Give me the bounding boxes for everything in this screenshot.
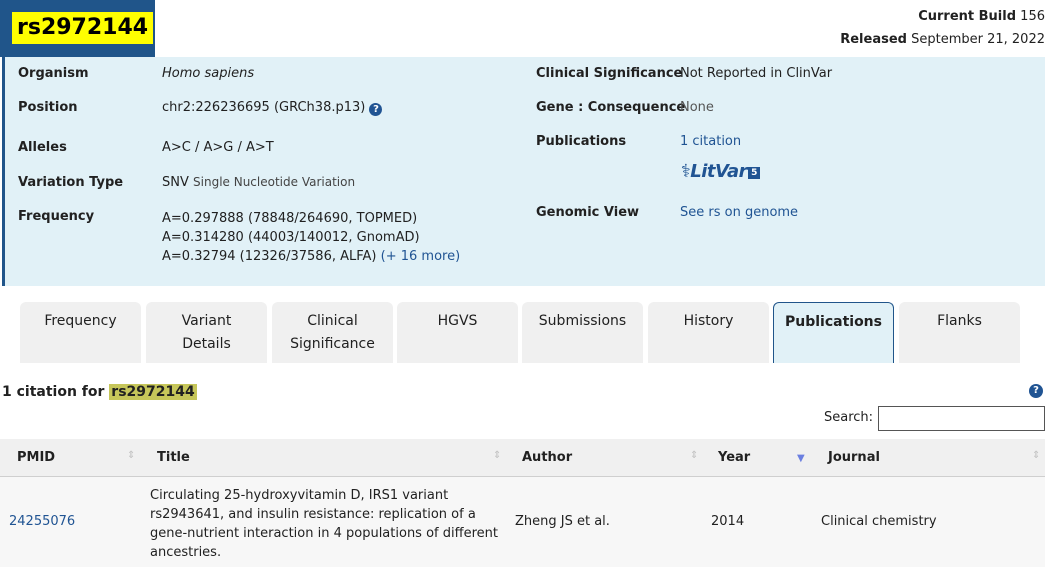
position-label: Position xyxy=(18,100,78,115)
organism-label: Organism xyxy=(18,66,89,81)
search-label: Search: xyxy=(824,410,874,425)
frequency-line: A=0.297888 (78848/264690, TOPMED) xyxy=(162,211,418,226)
sort-desc-icon[interactable]: ▼ xyxy=(797,453,805,464)
litvar-count: 5 xyxy=(748,167,760,179)
frequency-label: Frequency xyxy=(18,209,95,224)
rsid-title: rs2972144 xyxy=(12,12,154,44)
clinical-significance-value: Not Reported in ClinVar xyxy=(680,66,833,81)
tab-flanks[interactable]: Flanks xyxy=(899,302,1020,363)
alleles-value: A>C / A>G / A>T xyxy=(162,140,274,155)
tab-history[interactable]: History xyxy=(648,302,769,363)
search-input[interactable] xyxy=(878,406,1045,431)
sort-icon[interactable]: ⇕ xyxy=(1032,450,1040,461)
position-row: chr2:226236695 (GRCh38.p13) ? xyxy=(162,100,383,116)
build-info: Current Build 156 Released September 21,… xyxy=(840,5,1045,51)
variant-summary-panel: Organism Homo sapiens Position chr2:2262… xyxy=(2,57,1045,286)
citations-heading: 1 citation for rs2972144 xyxy=(2,384,197,400)
released-label: Released xyxy=(840,32,907,47)
build-label: Current Build xyxy=(918,9,1017,24)
build-value: 156 xyxy=(1020,9,1045,24)
litvar-link[interactable]: ⚕LitVar 5 xyxy=(681,161,760,182)
frequency-line-last: A=0.32794 (12326/37586, ALFA) (+ 16 more… xyxy=(162,247,460,266)
variation-type-label: Variation Type xyxy=(18,175,124,190)
column-header-journal[interactable]: Journal xyxy=(828,450,880,465)
publications-label: Publications xyxy=(536,134,627,149)
citations-heading-prefix: 1 citation for xyxy=(2,384,105,400)
rsid-badge: rs2972144 xyxy=(0,0,155,57)
tab-submissions[interactable]: Submissions xyxy=(522,302,643,363)
tab-clinical-significance[interactable]: Clinical Significance xyxy=(272,302,393,363)
clinical-significance-label: Clinical Significance xyxy=(536,66,683,81)
genomic-view-label: Genomic View xyxy=(536,205,640,220)
citation-title: Circulating 25-hydroxyvitamin D, IRS1 va… xyxy=(150,488,498,560)
litvar-logo-icon: ⚕ xyxy=(681,161,691,182)
citations-help-icon[interactable]: ? xyxy=(1029,384,1043,398)
sort-icon[interactable]: ⇕ xyxy=(493,450,501,461)
alleles-label: Alleles xyxy=(18,140,67,155)
frequency-more-link[interactable]: (+ 16 more) xyxy=(381,249,461,264)
column-header-year[interactable]: Year xyxy=(718,450,750,465)
position-value: chr2:226236695 (GRCh38.p13) xyxy=(162,100,366,115)
tab-variant-details[interactable]: Variant Details xyxy=(146,302,267,363)
variation-type-value: SNV xyxy=(162,175,189,190)
tab-publications[interactable]: Publications xyxy=(773,302,894,363)
tab-hgvs[interactable]: HGVS xyxy=(397,302,518,363)
citation-author: Zheng JS et al. xyxy=(515,514,610,529)
litvar-text: LitVar xyxy=(690,161,748,182)
column-header-title[interactable]: Title xyxy=(157,450,190,465)
sort-icon[interactable]: ⇕ xyxy=(127,450,135,461)
table-row: 24255076 Circulating 25-hydroxyvitamin D… xyxy=(0,477,1045,567)
tab-frequency[interactable]: Frequency xyxy=(20,302,141,363)
citations-heading-rsid: rs2972144 xyxy=(109,384,197,400)
organism-value: Homo sapiens xyxy=(162,66,255,81)
column-header-author[interactable]: Author xyxy=(522,450,572,465)
column-header-pmid[interactable]: PMID xyxy=(17,450,55,465)
frequency-values: A=0.297888 (78848/264690, TOPMED) A=0.31… xyxy=(162,209,460,266)
gene-consequence-label: Gene : Consequence xyxy=(536,100,686,115)
publications-citation-link[interactable]: 1 citation xyxy=(680,134,741,149)
frequency-line: A=0.314280 (44003/140012, GnomAD) xyxy=(162,230,420,245)
help-icon[interactable]: ? xyxy=(369,103,383,116)
frequency-line: A=0.32794 (12326/37586, ALFA) xyxy=(162,249,377,264)
variation-type-sub: Single Nucleotide Variation xyxy=(193,175,356,189)
released-value: September 21, 2022 xyxy=(911,32,1045,47)
gene-consequence-value: None xyxy=(680,100,714,115)
table-header: PMID ⇕ Title ⇕ Author ⇕ Year ▼ Journal ⇕ xyxy=(0,439,1045,477)
citation-year: 2014 xyxy=(711,514,745,529)
pmid-link[interactable]: 24255076 xyxy=(9,514,75,529)
citation-journal: Clinical chemistry xyxy=(821,514,937,529)
variation-type-row: SNV Single Nucleotide Variation xyxy=(162,175,355,190)
sort-icon[interactable]: ⇕ xyxy=(690,450,698,461)
genomic-view-link[interactable]: See rs on genome xyxy=(680,205,798,220)
